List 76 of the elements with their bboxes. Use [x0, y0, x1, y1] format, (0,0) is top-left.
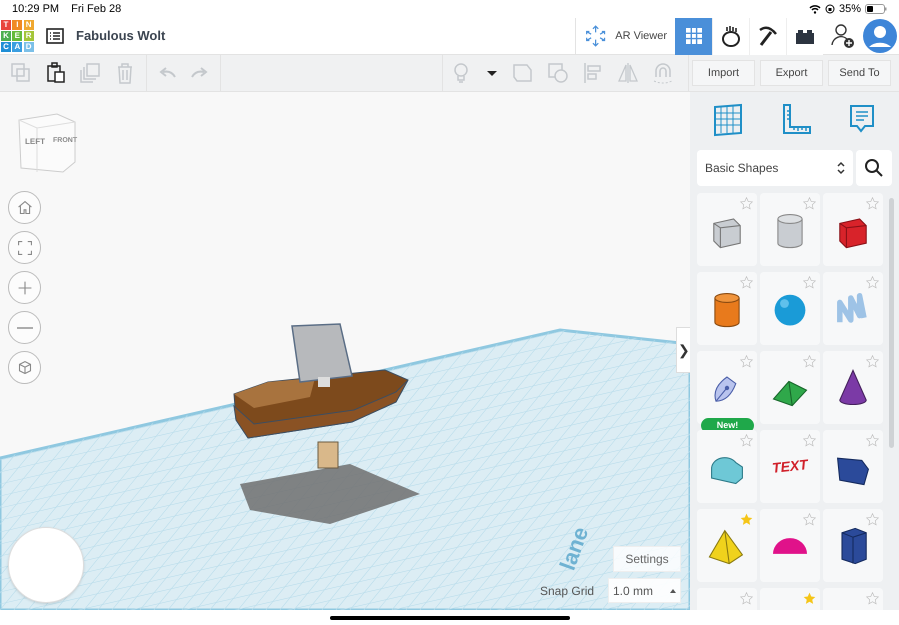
toolbar-button[interactable]: Send To — [828, 60, 891, 86]
snap-grid-label: Snap Grid — [540, 583, 594, 600]
shape-tile[interactable]: TEXT — [760, 430, 820, 503]
star-outline-icon[interactable] — [803, 197, 816, 210]
snap-grid-dropdown[interactable]: 1.0 mm — [608, 578, 681, 603]
shape-tile[interactable] — [760, 351, 820, 424]
shape-tile[interactable] — [823, 193, 883, 266]
category-dropdown[interactable]: Basic Shapes — [697, 150, 854, 186]
logo-letter: N — [24, 20, 34, 30]
text-shape-label: TEXT — [771, 455, 809, 478]
settings-button[interactable]: Settings — [613, 546, 681, 572]
up-down-arrows-icon — [837, 161, 846, 175]
star-outline-icon[interactable] — [803, 434, 816, 447]
star-outline-icon[interactable] — [866, 513, 879, 526]
shape-tile[interactable] — [697, 272, 757, 345]
shape-tile[interactable] — [697, 509, 757, 582]
logo-letter: R — [24, 31, 34, 41]
star-outline-icon[interactable] — [740, 276, 753, 289]
zoom-out-button[interactable] — [8, 311, 41, 344]
search-button[interactable] — [856, 150, 892, 186]
star-outline-icon[interactable] — [740, 197, 753, 210]
fit-view-button[interactable] — [8, 231, 41, 264]
cube-view-button[interactable] — [8, 351, 41, 384]
logo-letter: C — [1, 42, 11, 52]
shape-tile[interactable] — [760, 193, 820, 266]
design-title[interactable]: Fabulous Wolt — [76, 26, 166, 46]
pickaxe-view-button[interactable] — [749, 18, 786, 54]
star-outline-icon[interactable] — [803, 355, 816, 368]
logo-letter: D — [24, 42, 34, 52]
battery-icon — [865, 4, 887, 14]
status-date: Fri Feb 28 — [71, 2, 122, 17]
star-icon[interactable] — [803, 592, 816, 605]
logo-letter: E — [12, 31, 22, 41]
star-outline-icon[interactable] — [740, 592, 753, 605]
shape-tile[interactable] — [823, 430, 883, 503]
logo-letter: K — [1, 31, 11, 41]
shape-tile[interactable] — [697, 193, 757, 266]
stone-icon — [719, 24, 743, 48]
shape-tile[interactable] — [823, 509, 883, 582]
logo-letter: A — [12, 42, 22, 52]
toolbar-button[interactable]: Import — [692, 60, 755, 86]
battery-percent: 35% — [838, 2, 861, 17]
shape-tile[interactable] — [823, 351, 883, 424]
stone-view-button[interactable] — [712, 18, 749, 54]
workplane-label: lane — [554, 522, 594, 575]
star-outline-icon[interactable] — [866, 434, 879, 447]
toolbar-button[interactable]: Export — [760, 60, 823, 86]
panel-collapse-tab[interactable]: ❯ — [676, 327, 690, 373]
search-icon — [864, 158, 884, 178]
shape-tile[interactable] — [697, 430, 757, 503]
cube-arrows-icon — [584, 23, 608, 49]
star-outline-icon[interactable] — [803, 513, 816, 526]
star-outline-icon[interactable] — [866, 355, 879, 368]
shape-tile[interactable] — [760, 509, 820, 582]
avatar-icon[interactable] — [863, 19, 897, 53]
half-sphere-shape-icon — [773, 538, 807, 554]
zoom-in-button[interactable] — [8, 271, 41, 304]
caret-up-icon — [670, 588, 676, 592]
scrollbar-thumb[interactable] — [889, 198, 894, 448]
status-time: 10:29 PM — [12, 2, 60, 17]
logo-letter: T — [1, 20, 11, 30]
star-outline-icon[interactable] — [866, 592, 879, 605]
shape-tile[interactable] — [760, 272, 820, 345]
design-list-icon[interactable] — [46, 28, 64, 44]
orientation-lock-icon — [824, 4, 835, 14]
star-outline-icon[interactable] — [803, 276, 816, 289]
star-icon[interactable] — [740, 513, 753, 526]
star-outline-icon[interactable] — [740, 355, 753, 368]
star-outline-icon[interactable] — [740, 434, 753, 447]
star-outline-icon[interactable] — [866, 197, 879, 210]
home-button[interactable] — [8, 191, 41, 224]
add-user-icon[interactable] — [831, 23, 855, 49]
star-outline-icon[interactable] — [866, 276, 879, 289]
wifi-icon — [808, 4, 821, 14]
shape-tile[interactable] — [823, 272, 883, 345]
logo-letter: I — [12, 20, 22, 30]
